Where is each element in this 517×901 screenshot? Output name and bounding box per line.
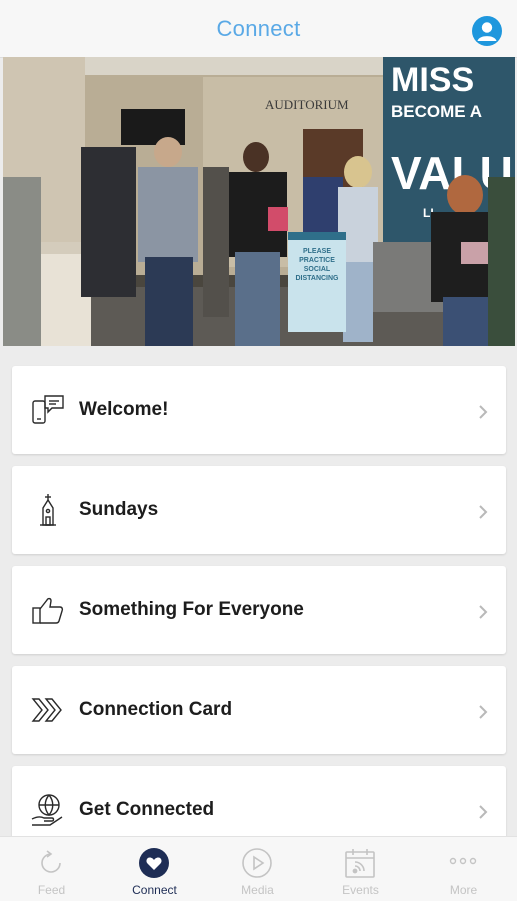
menu-item-label: Something For Everyone [79, 599, 304, 620]
tab-events[interactable]: Events [309, 837, 412, 901]
top-navigation-bar: Connect [0, 0, 517, 58]
menu-item-welcome[interactable]: Welcome! [12, 366, 506, 454]
wall-text-1: MISS [391, 61, 474, 99]
chevron-right-icon [479, 505, 488, 519]
wall-text-2: BECOME A [391, 102, 482, 121]
heart-icon [139, 848, 169, 878]
phone-chat-icon [32, 395, 64, 424]
menu-item-label: Connection Card [79, 699, 233, 720]
tab-connect[interactable]: Connect [103, 837, 206, 901]
globe-hand-icon [31, 794, 63, 826]
distancing-banner-text: PLEASE PRACTICE SOCIAL DISTANCING [295, 248, 339, 282]
menu-item-label: Get Connected [79, 799, 215, 820]
tab-media[interactable]: Media [206, 837, 309, 901]
tab-feed[interactable]: Feed [0, 837, 103, 901]
user-avatar-icon [473, 17, 501, 45]
play-icon [242, 848, 272, 878]
menu-item-label: Sundays [79, 499, 159, 520]
menu-item-connection-card[interactable]: Connection Card [12, 666, 506, 754]
chevron-right-icon [479, 805, 488, 819]
church-icon [40, 494, 56, 526]
tab-label: Feed [37, 883, 66, 897]
double-chevron-icon [31, 698, 62, 722]
tab-label: Media [241, 883, 274, 897]
menu-item-label: Welcome! [79, 399, 169, 420]
page-title: Connect [216, 16, 301, 41]
more-dots-icon [449, 857, 477, 865]
profile-button[interactable] [472, 16, 502, 46]
thumbs-up-icon [32, 597, 64, 624]
tab-label: More [449, 883, 478, 897]
tab-label: Events [342, 883, 379, 897]
tab-more[interactable]: More [412, 837, 515, 901]
chevron-right-icon [479, 405, 488, 419]
menu-item-sundays[interactable]: Sundays [12, 466, 506, 554]
bottom-tab-bar: Feed Connect Media Events More [0, 836, 517, 901]
hero-photo: MISS BECOME A VALU LI AUDITORIUM PLEASE … [3, 57, 515, 346]
menu-item-something-for-everyone[interactable]: Something For Everyone [12, 566, 506, 654]
auditorium-sign: AUDITORIUM [265, 97, 349, 112]
chevron-right-icon [479, 705, 488, 719]
chevron-right-icon [479, 605, 488, 619]
calendar-icon [345, 849, 375, 878]
refresh-icon [41, 850, 61, 873]
tab-label: Connect [132, 883, 177, 897]
